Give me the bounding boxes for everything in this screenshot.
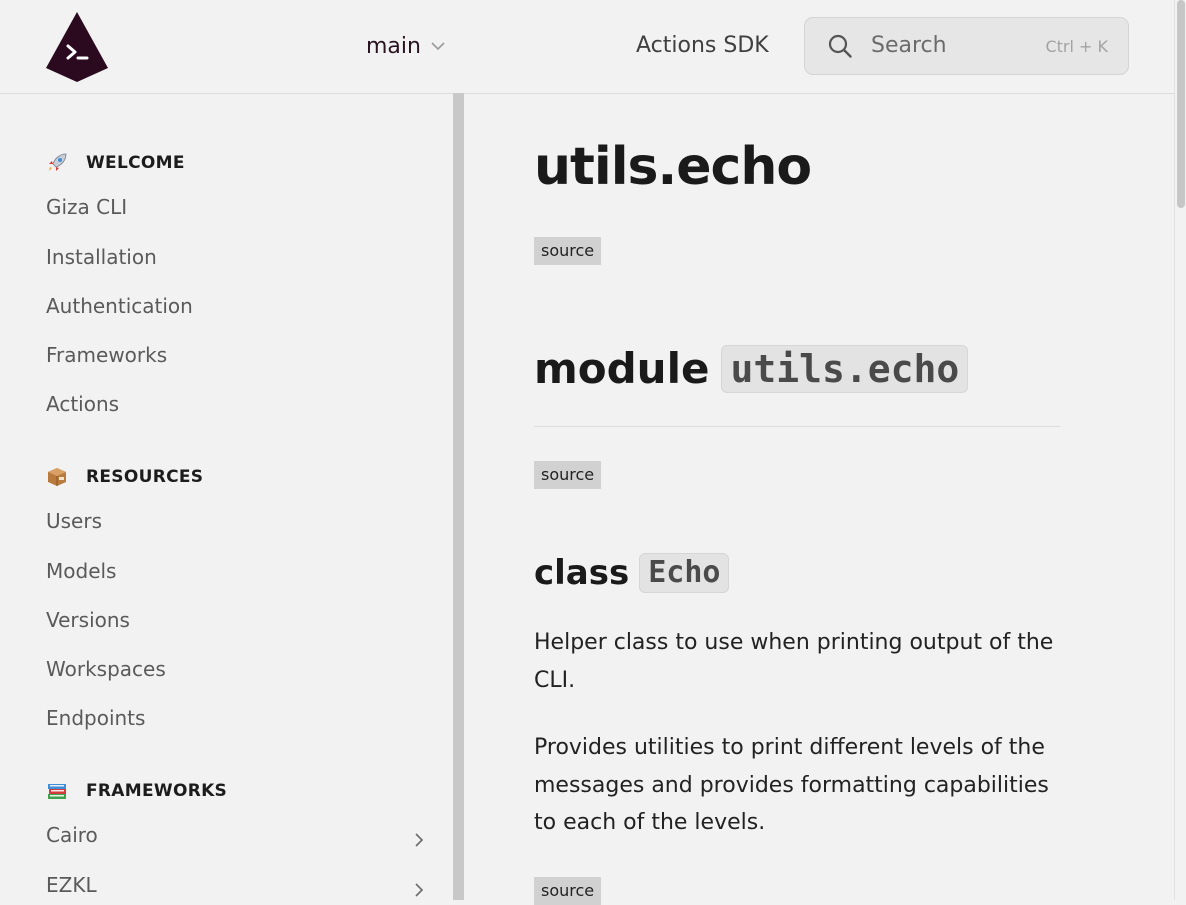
divider: [534, 426, 1060, 427]
main-content: utils.echo source module utils.echo sour…: [534, 95, 1064, 905]
sidebar-item-installation[interactable]: Installation: [46, 241, 436, 273]
section-title: WELCOME: [86, 153, 185, 173]
books-icon: [46, 780, 68, 802]
chevron-right-icon[interactable]: [412, 826, 426, 847]
giza-logo[interactable]: [46, 12, 108, 82]
class-heading: class Echo: [534, 553, 730, 593]
sidebar-item-ezkl[interactable]: EZKL: [46, 869, 436, 900]
sidebar-nav: WELCOME Giza CLI Installation Authentica…: [0, 95, 453, 900]
sidebar-section-frameworks: FRAMEWORKS: [46, 778, 227, 804]
sidebar-section-welcome: WELCOME: [46, 150, 185, 176]
search-button[interactable]: Search Ctrl + K: [804, 17, 1129, 75]
actions-sdk-link[interactable]: Actions SDK: [636, 30, 769, 62]
sidebar-item-cairo[interactable]: Cairo: [46, 819, 436, 851]
class-details: Provides utilities to print different le…: [534, 735, 1049, 835]
search-shortcut-hint: Ctrl + K: [1045, 37, 1108, 56]
sidebar-section-resources: RESOURCES: [46, 464, 203, 490]
class-keyword: class: [534, 553, 630, 593]
section-title: RESOURCES: [86, 467, 204, 487]
version-selector[interactable]: main: [366, 30, 445, 62]
sidebar-item-label: EZKL: [46, 873, 97, 897]
source-link[interactable]: source: [534, 237, 602, 265]
page-title: utils.echo: [534, 137, 812, 197]
sidebar-item-actions[interactable]: Actions: [46, 388, 436, 420]
sidebar-item-endpoints[interactable]: Endpoints: [46, 702, 436, 734]
class-description: Helper class to use when printing output…: [534, 630, 1054, 693]
top-header: main Actions SDK Search Ctrl + K: [0, 0, 1174, 94]
module-name-code: utils.echo: [721, 345, 969, 393]
chevron-down-icon: [431, 41, 445, 51]
chevron-right-icon[interactable]: [412, 876, 426, 897]
module-keyword: module: [534, 344, 710, 393]
sidebar-item-frameworks[interactable]: Frameworks: [46, 339, 436, 371]
search-icon: [827, 33, 853, 59]
sidebar-item-workspaces[interactable]: Workspaces: [46, 653, 436, 685]
sidebar-scrollbar[interactable]: [453, 93, 464, 900]
sidebar-item-authentication[interactable]: Authentication: [46, 290, 436, 322]
sidebar-item-users[interactable]: Users: [46, 505, 436, 537]
class-name-code: Echo: [639, 553, 730, 593]
sidebar-item-models[interactable]: Models: [46, 555, 436, 587]
section-title: FRAMEWORKS: [86, 781, 228, 801]
source-link[interactable]: source: [534, 461, 602, 489]
page-scrollbar[interactable]: [1174, 0, 1186, 900]
sidebar-item-giza-cli[interactable]: Giza CLI: [46, 191, 436, 223]
package-icon: [46, 466, 68, 488]
sidebar-item-label: Cairo: [46, 823, 98, 847]
module-heading: module utils.echo: [534, 344, 969, 394]
sidebar-item-versions[interactable]: Versions: [46, 604, 436, 636]
page-scrollbar-thumb[interactable]: [1177, 0, 1185, 208]
search-placeholder: Search: [871, 33, 947, 58]
rocket-icon: [46, 152, 68, 174]
source-link[interactable]: source: [534, 877, 602, 905]
version-selector-label: main: [366, 33, 421, 59]
